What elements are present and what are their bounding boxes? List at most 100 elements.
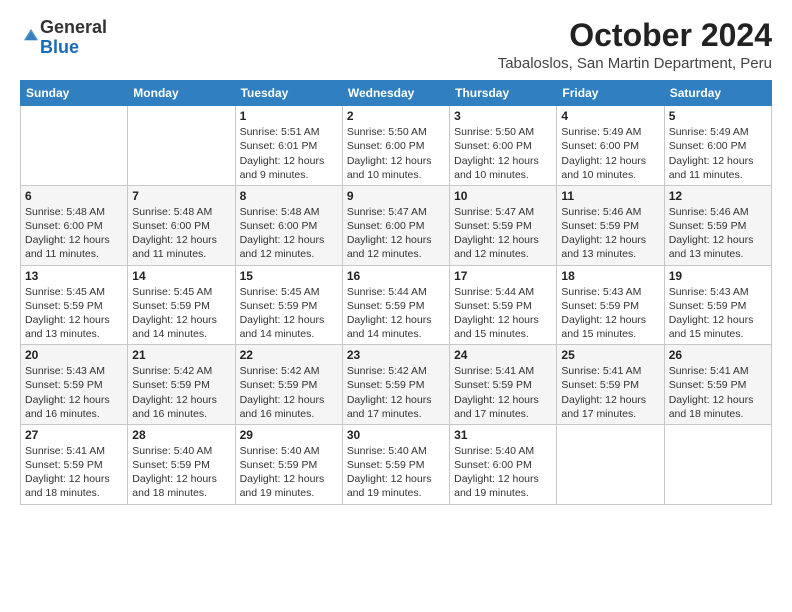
table-row: 14 Sunrise: 5:45 AMSunset: 5:59 PMDayligh… <box>128 265 235 345</box>
day-info: Sunrise: 5:43 AMSunset: 5:59 PMDaylight:… <box>669 285 767 342</box>
table-row: 25Sunrise: 5:41 AMSunset: 5:59 PMDayligh… <box>557 345 664 425</box>
table-row: 23 Sunrise: 5:42 AMSunset: 5:59 PMDayligh… <box>342 345 449 425</box>
table-row: 11 Sunrise: 5:46 AMSunset: 5:59 PMDayligh… <box>557 185 664 265</box>
col-friday: Friday <box>557 81 664 106</box>
day-number: 14 <box>132 269 230 283</box>
col-thursday: Thursday <box>450 81 557 106</box>
table-row: 19 Sunrise: 5:43 AMSunset: 5:59 PMDayligh… <box>664 265 771 345</box>
day-info: Sunrise: 5:41 AMSunset: 5:59 PMDaylight:… <box>454 364 552 421</box>
day-number: 19 <box>669 269 767 283</box>
table-row: 16Sunrise: 5:44 AMSunset: 5:59 PMDayligh… <box>342 265 449 345</box>
day-number: 18 <box>561 269 659 283</box>
header-row: General Blue October 2024 Tabaloslos, Sa… <box>20 18 772 72</box>
table-row: 17 Sunrise: 5:44 AMSunset: 5:59 PMDayligh… <box>450 265 557 345</box>
table-row: 4Sunrise: 5:49 AMSunset: 6:00 PMDaylight… <box>557 106 664 186</box>
table-row: 9 Sunrise: 5:47 AMSunset: 6:00 PMDaylight… <box>342 185 449 265</box>
table-row: 3 Sunrise: 5:50 AMSunset: 6:00 PMDaylight… <box>450 106 557 186</box>
day-info: Sunrise: 5:48 AMSunset: 6:00 PMDaylight:… <box>240 205 338 262</box>
calendar-table: Sunday Monday Tuesday Wednesday Thursday… <box>20 80 772 504</box>
day-info: Sunrise: 5:47 AMSunset: 6:00 PMDaylight:… <box>347 205 445 262</box>
day-number: 29 <box>240 428 338 442</box>
day-number: 30 <box>347 428 445 442</box>
day-info: Sunrise: 5:46 AMSunset: 5:59 PMDaylight:… <box>669 205 767 262</box>
day-info: Sunrise: 5:48 AMSunset: 6:00 PMDaylight:… <box>25 205 123 262</box>
day-info: Sunrise: 5:43 AMSunset: 5:59 PMDaylight:… <box>561 285 659 342</box>
table-row: 1 Sunrise: 5:51 AMSunset: 6:01 PMDaylight… <box>235 106 342 186</box>
day-number: 28 <box>132 428 230 442</box>
day-info: Sunrise: 5:40 AMSunset: 5:59 PMDaylight:… <box>132 444 230 501</box>
table-row: 12 Sunrise: 5:46 AMSunset: 5:59 PMDayligh… <box>664 185 771 265</box>
col-wednesday: Wednesday <box>342 81 449 106</box>
location: Tabaloslos, San Martin Department, Peru <box>498 55 772 72</box>
table-row <box>664 424 771 504</box>
calendar-week-row: 6 Sunrise: 5:48 AMSunset: 6:00 PMDaylight… <box>21 185 772 265</box>
day-number: 26 <box>669 348 767 362</box>
day-number: 9 <box>347 189 445 203</box>
day-number: 31 <box>454 428 552 442</box>
table-row: 26 Sunrise: 5:41 AMSunset: 5:59 PMDayligh… <box>664 345 771 425</box>
day-number: 23 <box>347 348 445 362</box>
logo: General Blue <box>20 18 107 58</box>
day-number: 11 <box>561 189 659 203</box>
calendar-week-row: 1 Sunrise: 5:51 AMSunset: 6:01 PMDaylight… <box>21 106 772 186</box>
day-number: 2 <box>347 109 445 123</box>
day-number: 24 <box>454 348 552 362</box>
day-number: 12 <box>669 189 767 203</box>
day-info: Sunrise: 5:42 AMSunset: 5:59 PMDaylight:… <box>132 364 230 421</box>
day-info: Sunrise: 5:41 AMSunset: 5:59 PMDaylight:… <box>669 364 767 421</box>
day-number: 17 <box>454 269 552 283</box>
logo-icon <box>22 25 40 47</box>
day-info: Sunrise: 5:41 AMSunset: 5:59 PMDaylight:… <box>25 444 123 501</box>
day-info: Sunrise: 5:42 AMSunset: 5:59 PMDaylight:… <box>347 364 445 421</box>
day-info: Sunrise: 5:40 AMSunset: 5:59 PMDaylight:… <box>347 444 445 501</box>
month-year: October 2024 <box>498 18 772 53</box>
calendar-week-row: 20Sunrise: 5:43 AMSunset: 5:59 PMDayligh… <box>21 345 772 425</box>
table-row: 5Sunrise: 5:49 AMSunset: 6:00 PMDaylight… <box>664 106 771 186</box>
day-number: 10 <box>454 189 552 203</box>
day-number: 27 <box>25 428 123 442</box>
table-row: 8 Sunrise: 5:48 AMSunset: 6:00 PMDaylight… <box>235 185 342 265</box>
calendar-week-row: 27 Sunrise: 5:41 AMSunset: 5:59 PMDayligh… <box>21 424 772 504</box>
day-info: Sunrise: 5:46 AMSunset: 5:59 PMDaylight:… <box>561 205 659 262</box>
table-row: 7Sunrise: 5:48 AMSunset: 6:00 PMDaylight… <box>128 185 235 265</box>
col-monday: Monday <box>128 81 235 106</box>
col-tuesday: Tuesday <box>235 81 342 106</box>
table-row <box>21 106 128 186</box>
table-row: 2Sunrise: 5:50 AMSunset: 6:00 PMDaylight… <box>342 106 449 186</box>
table-row <box>128 106 235 186</box>
day-number: 7 <box>132 189 230 203</box>
day-info: Sunrise: 5:44 AMSunset: 5:59 PMDaylight:… <box>454 285 552 342</box>
day-number: 8 <box>240 189 338 203</box>
table-row: 18 Sunrise: 5:43 AMSunset: 5:59 PMDayligh… <box>557 265 664 345</box>
page: General Blue October 2024 Tabaloslos, Sa… <box>0 0 792 612</box>
table-row: 24 Sunrise: 5:41 AMSunset: 5:59 PMDayligh… <box>450 345 557 425</box>
day-number: 4 <box>561 109 659 123</box>
day-info: Sunrise: 5:45 AMSunset: 5:59 PMDaylight:… <box>240 285 338 342</box>
logo-general-text: General <box>40 17 107 37</box>
day-number: 3 <box>454 109 552 123</box>
day-info: Sunrise: 5:49 AMSunset: 6:00 PMDaylight:… <box>669 125 767 182</box>
table-row <box>557 424 664 504</box>
calendar-header-row: Sunday Monday Tuesday Wednesday Thursday… <box>21 81 772 106</box>
day-info: Sunrise: 5:47 AMSunset: 5:59 PMDaylight:… <box>454 205 552 262</box>
table-row: 10 Sunrise: 5:47 AMSunset: 5:59 PMDayligh… <box>450 185 557 265</box>
day-info: Sunrise: 5:40 AMSunset: 6:00 PMDaylight:… <box>454 444 552 501</box>
calendar-week-row: 13 Sunrise: 5:45 AMSunset: 5:59 PMDayligh… <box>21 265 772 345</box>
day-number: 21 <box>132 348 230 362</box>
day-info: Sunrise: 5:45 AMSunset: 5:59 PMDaylight:… <box>132 285 230 342</box>
day-number: 1 <box>240 109 338 123</box>
title-block: October 2024 Tabaloslos, San Martin Depa… <box>498 18 772 72</box>
day-number: 13 <box>25 269 123 283</box>
table-row: 28 Sunrise: 5:40 AMSunset: 5:59 PMDayligh… <box>128 424 235 504</box>
table-row: 21 Sunrise: 5:42 AMSunset: 5:59 PMDayligh… <box>128 345 235 425</box>
table-row: 27 Sunrise: 5:41 AMSunset: 5:59 PMDayligh… <box>21 424 128 504</box>
day-number: 6 <box>25 189 123 203</box>
table-row: 15Sunrise: 5:45 AMSunset: 5:59 PMDayligh… <box>235 265 342 345</box>
table-row: 31 Sunrise: 5:40 AMSunset: 6:00 PMDayligh… <box>450 424 557 504</box>
day-info: Sunrise: 5:50 AMSunset: 6:00 PMDaylight:… <box>454 125 552 182</box>
table-row: 22Sunrise: 5:42 AMSunset: 5:59 PMDayligh… <box>235 345 342 425</box>
day-number: 20 <box>25 348 123 362</box>
day-info: Sunrise: 5:51 AMSunset: 6:01 PMDaylight:… <box>240 125 338 182</box>
table-row: 6 Sunrise: 5:48 AMSunset: 6:00 PMDaylight… <box>21 185 128 265</box>
table-row: 30 Sunrise: 5:40 AMSunset: 5:59 PMDayligh… <box>342 424 449 504</box>
